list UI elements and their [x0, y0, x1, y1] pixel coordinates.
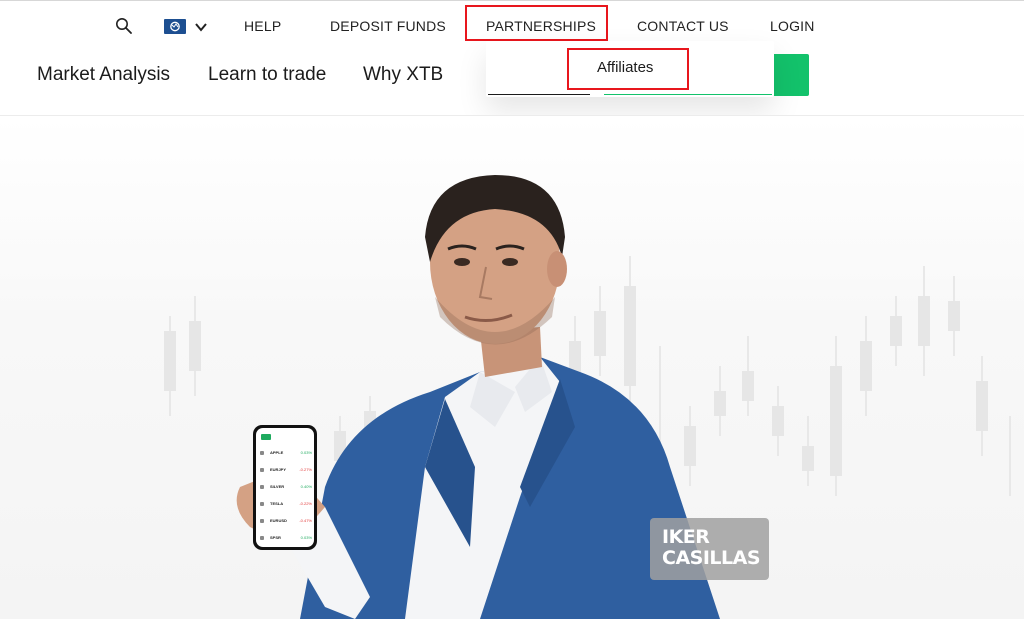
- search-icon: [116, 18, 132, 34]
- nav-contact-us[interactable]: CONTACT US: [637, 18, 729, 34]
- phone-app-badge: [261, 434, 271, 440]
- nav-market-analysis[interactable]: Market Analysis: [37, 64, 170, 86]
- phone-screen: APPLE 0.03% EURJPY -0.27% SILVER 0.40% T…: [256, 428, 314, 547]
- tesla-icon: [260, 502, 264, 506]
- ticker-change: -0.27%: [299, 467, 312, 472]
- ticker-row: SPSR 0.03%: [260, 535, 312, 543]
- nav-learn-to-trade[interactable]: Learn to trade: [208, 64, 326, 86]
- nav-login[interactable]: LOGIN: [770, 18, 815, 34]
- phone-mockup: APPLE 0.03% EURJPY -0.27% SILVER 0.40% T…: [253, 425, 317, 550]
- dropdown-item-affiliates[interactable]: Affiliates: [597, 59, 653, 76]
- flag-icon: [260, 468, 264, 472]
- ticker-name: SILVER: [270, 484, 285, 489]
- silver-icon: [260, 485, 264, 489]
- ticker-change: 0.40%: [300, 484, 312, 489]
- language-selector[interactable]: [164, 19, 210, 35]
- search-button[interactable]: [115, 17, 133, 35]
- ticker-change: -0.22%: [299, 501, 312, 506]
- flag-icon: [260, 519, 264, 523]
- index-icon: [260, 536, 264, 540]
- ticker-row: EURUSD -0.47%: [260, 518, 312, 526]
- nav-deposit-funds[interactable]: DEPOSIT FUNDS: [330, 18, 446, 34]
- nav-why-xtb[interactable]: Why XTB: [363, 64, 443, 86]
- ticker-name: EURJPY: [270, 467, 287, 472]
- ticker-name: SPSR: [270, 535, 281, 540]
- ticker-row: APPLE 0.03%: [260, 450, 312, 458]
- ticker-row: EURJPY -0.27%: [260, 467, 312, 475]
- dropdown-divider: [488, 94, 590, 95]
- chevron-down-icon: [195, 23, 207, 32]
- ticker-name: TESLA: [270, 501, 284, 506]
- ticker-row: SILVER 0.40%: [260, 484, 312, 492]
- ticker-change: 0.03%: [300, 450, 312, 455]
- badge-first-name: IKER: [662, 526, 710, 548]
- ticker-change: -0.47%: [299, 518, 312, 523]
- open-account-button[interactable]: [772, 54, 809, 96]
- ticker-change: 0.03%: [300, 535, 312, 540]
- dropdown-accent-line: [604, 94, 772, 95]
- ticker-row: TESLA -0.22%: [260, 501, 312, 509]
- ticker-name: APPLE: [270, 450, 284, 455]
- nav-help[interactable]: HELP: [244, 18, 281, 34]
- globe-flag-icon: [164, 19, 186, 34]
- ticker-name: EURUSD: [270, 518, 287, 523]
- nav-partnerships[interactable]: PARTNERSHIPS: [486, 18, 596, 34]
- apple-icon: [260, 451, 264, 455]
- name-badge: IKER CASILLAS: [650, 518, 769, 580]
- badge-last-name: CASILLAS: [662, 547, 761, 569]
